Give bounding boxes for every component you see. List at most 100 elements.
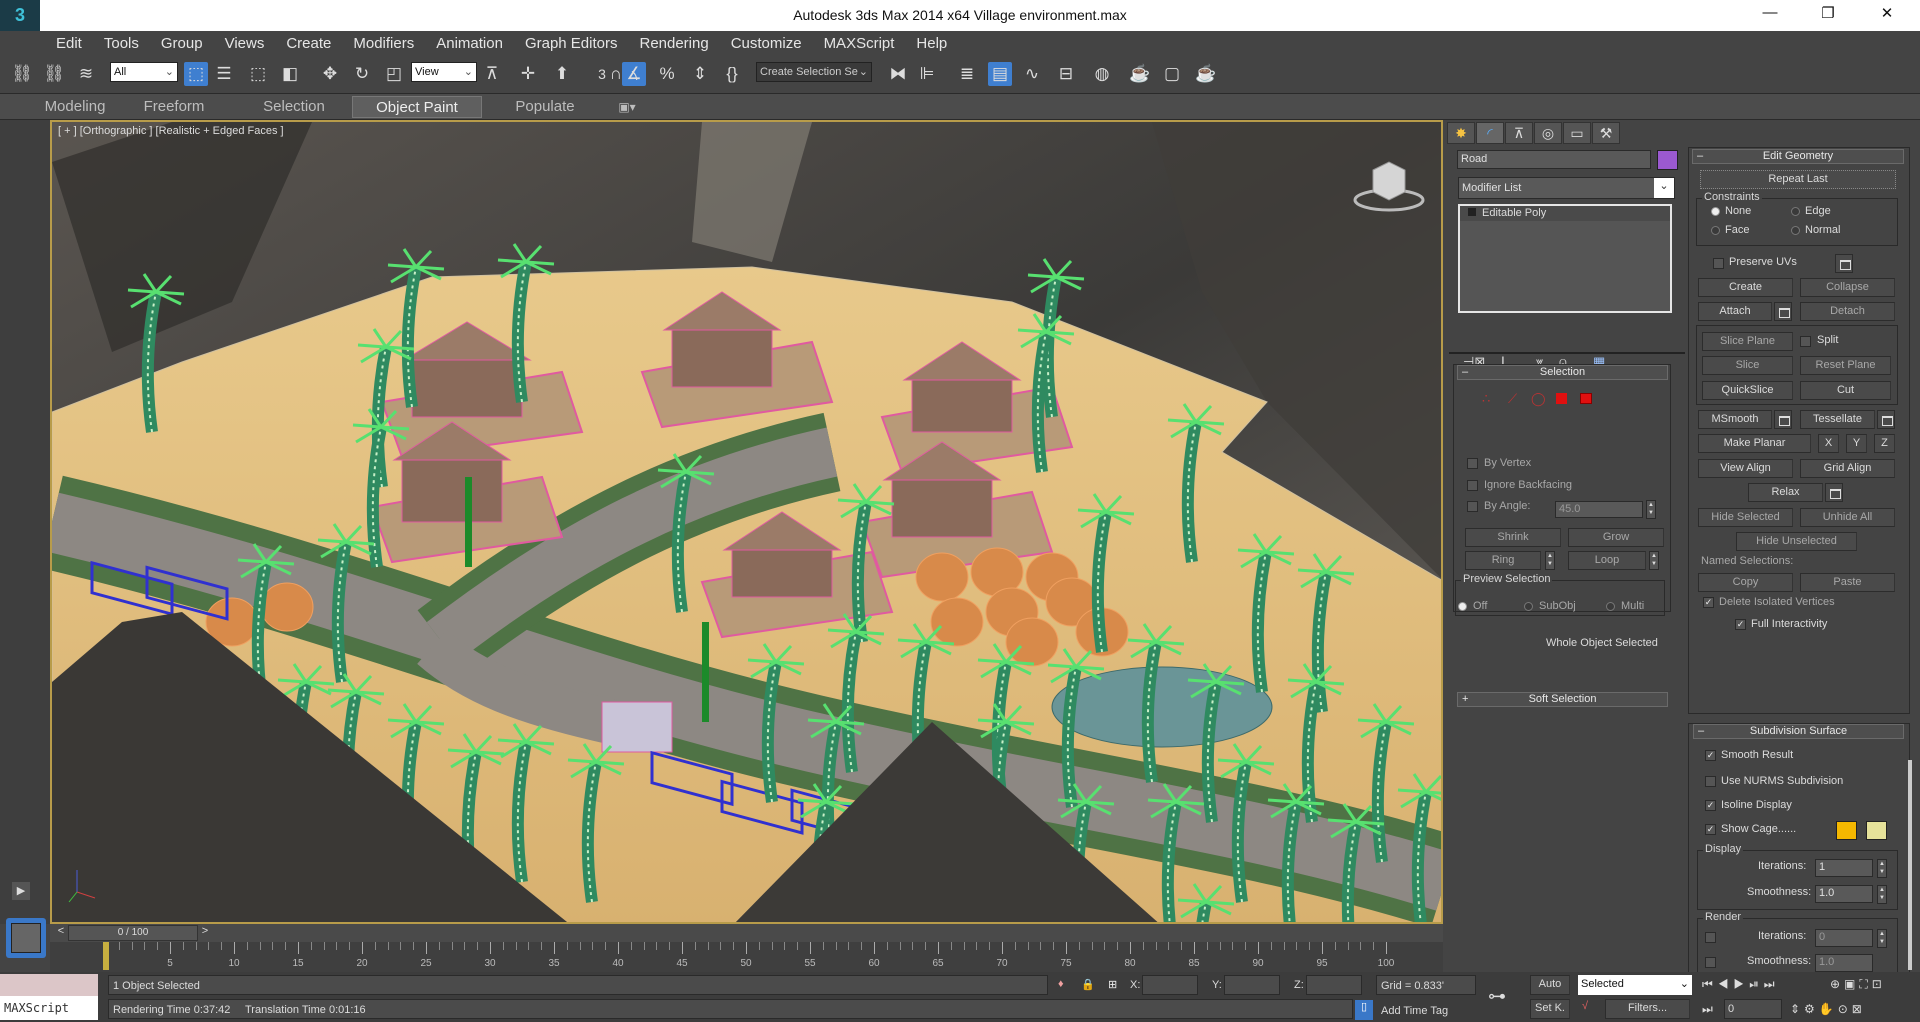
auto-key-button[interactable]: Auto: [1530, 975, 1570, 995]
ribbon-options-icon[interactable]: ▣▾: [612, 96, 642, 118]
menu-customize[interactable]: Customize: [731, 35, 802, 52]
detach-button[interactable]: Detach: [1800, 302, 1895, 321]
render-smoothness-field[interactable]: 1.0: [1815, 954, 1873, 972]
constraint-face-radio[interactable]: [1711, 226, 1720, 235]
object-color-swatch[interactable]: [1657, 150, 1678, 170]
cage-color-swatch[interactable]: [1836, 821, 1857, 840]
reset-plane-button[interactable]: Reset Plane: [1800, 356, 1891, 375]
ring-spinner[interactable]: ▲ ▼: [1545, 551, 1555, 570]
command-panel-scrollbar[interactable]: [1908, 760, 1912, 970]
village-scene[interactable]: [52, 122, 1443, 924]
time-tag-icon[interactable]: ▯: [1355, 1000, 1373, 1020]
grow-button[interactable]: Grow: [1568, 528, 1664, 547]
collapse-button[interactable]: Collapse: [1800, 278, 1895, 297]
maxscript-listener-input[interactable]: MAXScript: [0, 996, 98, 1020]
delete-isolated-checkbox[interactable]: ✓: [1703, 597, 1714, 608]
key-filters-button[interactable]: Filters...: [1605, 999, 1690, 1019]
grid-align-button[interactable]: Grid Align: [1800, 459, 1895, 478]
y-coordinate-field[interactable]: [1224, 975, 1280, 995]
viewport-layout-button[interactable]: [6, 918, 46, 958]
reference-coordinate-dropdown[interactable]: View ⌄: [411, 62, 477, 82]
time-slider[interactable]: < 0 / 100 >: [50, 924, 1443, 942]
repeat-last-button[interactable]: Repeat Last: [1700, 170, 1896, 189]
shrink-button[interactable]: Shrink: [1465, 528, 1561, 547]
angle-snap-icon[interactable]: ∡: [622, 62, 646, 86]
planar-y-button[interactable]: Y: [1846, 434, 1867, 453]
edge-level-icon[interactable]: ⟋: [1508, 391, 1517, 407]
menu-modifiers[interactable]: Modifiers: [353, 35, 414, 52]
show-cage-checkbox[interactable]: ✓: [1705, 824, 1716, 835]
key-mode-icon[interactable]: √: [1582, 1000, 1588, 1012]
cage-selected-color-swatch[interactable]: [1866, 821, 1887, 840]
split-checkbox[interactable]: [1800, 336, 1811, 347]
constraint-edge-radio[interactable]: [1791, 207, 1800, 216]
scene-explorer-icon[interactable]: ▤: [988, 62, 1012, 86]
loop-spinner[interactable]: ▲ ▼: [1649, 551, 1659, 570]
named-selection-dropdown[interactable]: Create Selection Se ⌄: [756, 62, 872, 82]
menu-animation[interactable]: Animation: [436, 35, 503, 52]
display-smoothness-field[interactable]: 1.0: [1815, 885, 1873, 903]
manipulate-icon[interactable]: ✛: [516, 62, 540, 86]
pivot-icon[interactable]: ⊼: [480, 62, 504, 86]
slice-plane-button[interactable]: Slice Plane: [1702, 332, 1793, 351]
prev-frame-button[interactable]: <: [54, 925, 68, 941]
relax-button[interactable]: Relax: [1748, 483, 1823, 502]
ribbon-tab-freeform[interactable]: Freeform: [130, 96, 218, 118]
selection-lock-icon[interactable]: 🔒: [1081, 978, 1095, 991]
motion-tab-icon[interactable]: ◎: [1534, 122, 1562, 144]
smooth-result-checkbox[interactable]: ✓: [1705, 750, 1716, 761]
attach-list-button[interactable]: [1774, 302, 1792, 321]
perspective-viewport[interactable]: [ + ] [Orthographic ] [Realistic + Edged…: [50, 120, 1443, 924]
hide-selected-button[interactable]: Hide Selected: [1698, 508, 1793, 527]
menu-edit[interactable]: Edit: [56, 35, 82, 52]
render-iterations-field[interactable]: 0: [1815, 929, 1873, 947]
ribbon-tab-modeling[interactable]: Modeling: [30, 96, 120, 118]
subdivision-surface-header[interactable]: – Subdivision Surface: [1693, 724, 1904, 739]
window-crossing-icon[interactable]: ◧: [278, 62, 302, 86]
view-align-button[interactable]: View Align: [1698, 459, 1793, 478]
border-level-icon[interactable]: ◯: [1531, 391, 1546, 407]
ribbon-tab-object-paint[interactable]: Object Paint: [352, 96, 482, 118]
select-object-icon[interactable]: ⬚: [184, 62, 208, 86]
restore-button[interactable]: ❐: [1816, 4, 1840, 26]
edit-named-selection-icon[interactable]: {}: [720, 62, 744, 86]
by-angle-checkbox[interactable]: [1467, 501, 1478, 512]
cut-button[interactable]: Cut: [1800, 381, 1891, 400]
display-tab-icon[interactable]: ▭: [1563, 122, 1591, 144]
expand-icon[interactable]: [1468, 208, 1476, 216]
element-level-icon[interactable]: [1580, 393, 1592, 404]
selection-rollout-header[interactable]: – Selection: [1457, 365, 1668, 380]
constraint-normal-radio[interactable]: [1791, 226, 1800, 235]
unlink-icon[interactable]: ⛓: [42, 62, 66, 86]
minimize-button[interactable]: —: [1758, 4, 1782, 26]
planar-x-button[interactable]: X: [1818, 434, 1839, 453]
current-frame-field[interactable]: 0: [1724, 999, 1782, 1019]
viewport-label[interactable]: [ + ] [Orthographic ] [Realistic + Edged…: [58, 125, 284, 137]
set-key-button[interactable]: Set K.: [1530, 999, 1570, 1019]
mirror-icon[interactable]: ⧓: [886, 62, 910, 86]
playback-controls[interactable]: ⏮◀▶⏯⏭: [1702, 977, 1780, 992]
select-by-name-icon[interactable]: ☰: [212, 62, 236, 86]
isolate-selection-icon[interactable]: ♦: [1058, 978, 1064, 990]
create-tab-icon[interactable]: ✸: [1447, 122, 1475, 144]
render-iterations-spinner[interactable]: ▲ ▼: [1877, 929, 1887, 948]
constraint-none-radio[interactable]: [1711, 207, 1720, 216]
object-name-field[interactable]: Road: [1457, 150, 1651, 169]
by-angle-spinner[interactable]: ▲ ▼: [1646, 500, 1656, 519]
polygon-level-icon[interactable]: [1556, 393, 1567, 404]
rotate-icon[interactable]: ↻: [350, 62, 374, 86]
use-nurms-checkbox[interactable]: [1705, 776, 1716, 787]
hierarchy-tab-icon[interactable]: ⊼: [1505, 122, 1533, 144]
ignore-backfacing-checkbox[interactable]: [1467, 480, 1478, 491]
create-button[interactable]: Create: [1698, 278, 1793, 297]
relax-settings-button[interactable]: [1825, 483, 1843, 502]
absolute-mode-icon[interactable]: ⊞: [1108, 978, 1117, 991]
layer-icon[interactable]: ≣: [955, 62, 979, 86]
edit-geometry-header[interactable]: – Edit Geometry: [1692, 149, 1904, 164]
material-editor-icon[interactable]: ◍: [1090, 62, 1114, 86]
preserve-uvs-settings-button[interactable]: [1835, 254, 1853, 273]
percent-snap-icon[interactable]: %: [655, 62, 679, 86]
ribbon-tab-populate[interactable]: Populate: [500, 96, 590, 118]
modify-tab-icon[interactable]: ◜: [1476, 122, 1504, 144]
attach-button[interactable]: Attach: [1698, 302, 1772, 321]
